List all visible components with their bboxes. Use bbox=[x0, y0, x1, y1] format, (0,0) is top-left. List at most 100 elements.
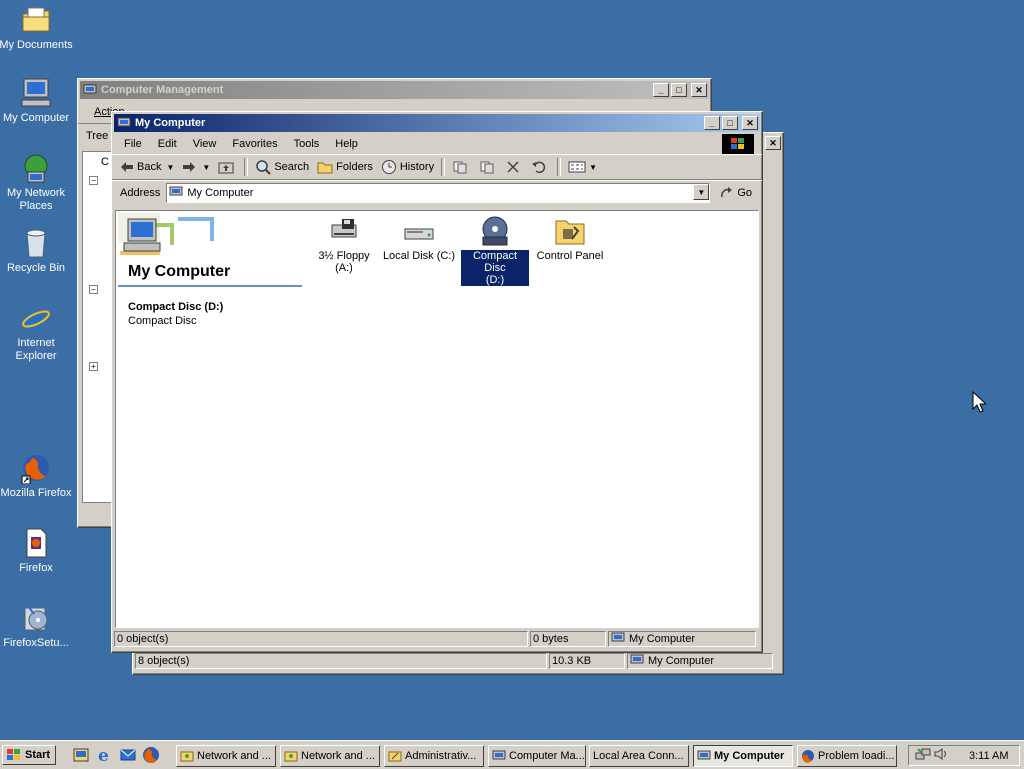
task-button-local-area-connection[interactable]: Local Area Conn... bbox=[589, 745, 689, 767]
close-button[interactable]: ✕ bbox=[742, 116, 758, 130]
status-location: My Computer bbox=[608, 631, 756, 647]
status-objects: 8 object(s) bbox=[135, 653, 547, 669]
start-button[interactable]: Start bbox=[2, 745, 56, 765]
forward-button[interactable]: ▼ bbox=[178, 157, 214, 177]
dropdown-arrow-icon[interactable]: ▼ bbox=[202, 163, 210, 172]
setup-icon bbox=[20, 602, 52, 634]
task-button-administrative[interactable]: Administrativ... bbox=[384, 745, 484, 767]
close-button[interactable]: ✕ bbox=[765, 136, 781, 150]
item-label-line2: (D:) bbox=[485, 274, 505, 286]
desktop-icon-internet-explorer[interactable]: e Internet Explorer bbox=[0, 302, 74, 363]
my-computer-window[interactable]: My Computer _ □ ✕ File Edit View Favorit… bbox=[111, 111, 763, 653]
task-button-network-1[interactable]: Network and ... bbox=[176, 745, 276, 767]
desktop-icon-my-computer[interactable]: My Computer bbox=[0, 77, 74, 125]
back-button[interactable]: Back ▼ bbox=[116, 157, 178, 177]
copy-to-button[interactable] bbox=[475, 157, 502, 177]
menu-help[interactable]: Help bbox=[327, 138, 366, 150]
banner-title: My Computer bbox=[128, 263, 231, 280]
drive-item-local-disk[interactable]: Local Disk (C:) bbox=[382, 215, 456, 262]
computer-icon bbox=[611, 632, 625, 647]
computer-icon bbox=[169, 186, 183, 201]
address-input[interactable]: My Computer ▼ bbox=[166, 183, 711, 203]
move-to-button[interactable] bbox=[448, 157, 475, 177]
toolbar-separator bbox=[441, 158, 446, 176]
menu-view[interactable]: View bbox=[185, 138, 225, 150]
up-folder-button[interactable] bbox=[214, 157, 241, 177]
move-to-icon bbox=[453, 161, 467, 174]
desktop-icon-recycle-bin[interactable]: Recycle Bin bbox=[0, 227, 74, 275]
copy-to-icon bbox=[480, 161, 494, 174]
menu-edit[interactable]: Edit bbox=[150, 138, 185, 150]
task-button-my-computer[interactable]: My Computer bbox=[693, 745, 793, 767]
banner-underline bbox=[118, 285, 302, 287]
tree-expander[interactable]: − bbox=[89, 285, 98, 294]
desktop-icon-firefox-file[interactable]: Firefox bbox=[0, 527, 74, 575]
network-tray-icon[interactable] bbox=[915, 747, 931, 764]
history-button[interactable]: History bbox=[377, 157, 438, 177]
task-button-computer-management[interactable]: Computer Ma... bbox=[488, 745, 586, 767]
my-computer-titlebar[interactable]: My Computer _ □ ✕ bbox=[114, 114, 760, 132]
quicklaunch-show-desktop-icon[interactable] bbox=[72, 746, 90, 764]
desktop-icon-firefox-setup[interactable]: FirefoxSetu... bbox=[0, 602, 74, 650]
menu-tools[interactable]: Tools bbox=[286, 138, 328, 150]
folders-icon bbox=[317, 162, 333, 174]
dropdown-arrow-icon[interactable]: ▼ bbox=[166, 163, 174, 172]
quicklaunch-internet-explorer-icon[interactable]: e bbox=[96, 746, 114, 766]
quicklaunch-outlook-icon[interactable] bbox=[119, 746, 137, 764]
folders-button[interactable]: Folders bbox=[313, 157, 377, 177]
minimize-button[interactable]: _ bbox=[653, 83, 669, 97]
desktop-icon-mozilla-firefox[interactable]: Mozilla Firefox bbox=[0, 452, 74, 500]
computer-icon bbox=[117, 117, 131, 129]
status-location: My Computer bbox=[627, 653, 773, 669]
standard-toolbar: Back ▼ ▼ Search Folders History ▼ bbox=[112, 154, 762, 180]
close-button[interactable]: ✕ bbox=[691, 83, 707, 97]
quicklaunch-firefox-icon[interactable] bbox=[142, 746, 160, 764]
views-button[interactable]: ▼ bbox=[564, 157, 601, 177]
drive-item-floppy[interactable]: 3½ Floppy (A:) bbox=[312, 215, 376, 274]
item-label: Compact Disc bbox=[472, 250, 518, 274]
drive-item-compact-disc[interactable]: Compact Disc (D:) bbox=[461, 215, 529, 286]
undo-icon bbox=[532, 161, 546, 174]
computer-management-titlebar[interactable]: Computer Management _ □ ✕ bbox=[80, 81, 709, 99]
toolbar-separator bbox=[244, 158, 249, 176]
menu-file[interactable]: File bbox=[116, 138, 150, 150]
menu-bar: File Edit View Favorites Tools Help bbox=[112, 134, 762, 154]
tree-expander[interactable]: + bbox=[89, 362, 98, 371]
window-title: My Computer bbox=[135, 117, 206, 129]
desktop-icon-my-documents[interactable]: My Documents bbox=[0, 4, 74, 52]
maximize-button[interactable]: □ bbox=[671, 83, 687, 97]
go-button[interactable]: Go bbox=[716, 183, 756, 203]
status-size: 0 bytes bbox=[530, 631, 606, 647]
item-label: Control Panel bbox=[536, 250, 604, 262]
task-button-network-2[interactable]: Network and ... bbox=[280, 745, 380, 767]
network-places-icon bbox=[20, 152, 52, 184]
up-folder-icon bbox=[218, 162, 234, 174]
computer-icon bbox=[630, 654, 644, 669]
task-button-problem-loading[interactable]: Problem loadi... bbox=[797, 745, 897, 767]
folder-view[interactable]: My Computer Compact Disc (D:) Compact Di… bbox=[115, 210, 759, 628]
clock[interactable]: 3:11 AM bbox=[969, 750, 1009, 762]
tree-expander[interactable]: − bbox=[89, 176, 98, 185]
menu-favorites[interactable]: Favorites bbox=[224, 138, 285, 150]
maximize-button[interactable]: □ bbox=[722, 116, 738, 130]
address-dropdown-button[interactable]: ▼ bbox=[693, 184, 710, 200]
delete-button[interactable] bbox=[502, 157, 527, 177]
taskbar: Start e Network and ... Network and ... … bbox=[0, 740, 1024, 769]
volume-tray-icon[interactable] bbox=[933, 747, 949, 764]
minimize-button[interactable]: _ bbox=[704, 116, 720, 130]
dropdown-arrow-icon[interactable]: ▼ bbox=[589, 163, 597, 172]
tree-pane[interactable]: C − − + bbox=[82, 151, 114, 503]
search-button[interactable]: Search bbox=[251, 157, 313, 177]
desktop-icon-network-places[interactable]: My Network Places bbox=[0, 152, 74, 213]
selected-item-type: Compact Disc bbox=[128, 315, 197, 327]
drive-item-control-panel[interactable]: Control Panel bbox=[534, 215, 606, 262]
undo-button[interactable] bbox=[527, 157, 554, 177]
task-label: Problem loadi... bbox=[818, 750, 895, 762]
desktop-icon-label: My Network Places bbox=[6, 187, 66, 212]
floppy-drive-icon bbox=[331, 219, 357, 238]
my-computer-statusbar: 0 object(s) 0 bytes My Computer bbox=[114, 631, 759, 649]
network-folder-icon bbox=[284, 749, 298, 763]
start-label: Start bbox=[25, 749, 51, 761]
item-label-selected: Compact Disc (D:) bbox=[461, 250, 529, 286]
tree-first-item[interactable]: C bbox=[101, 156, 109, 168]
